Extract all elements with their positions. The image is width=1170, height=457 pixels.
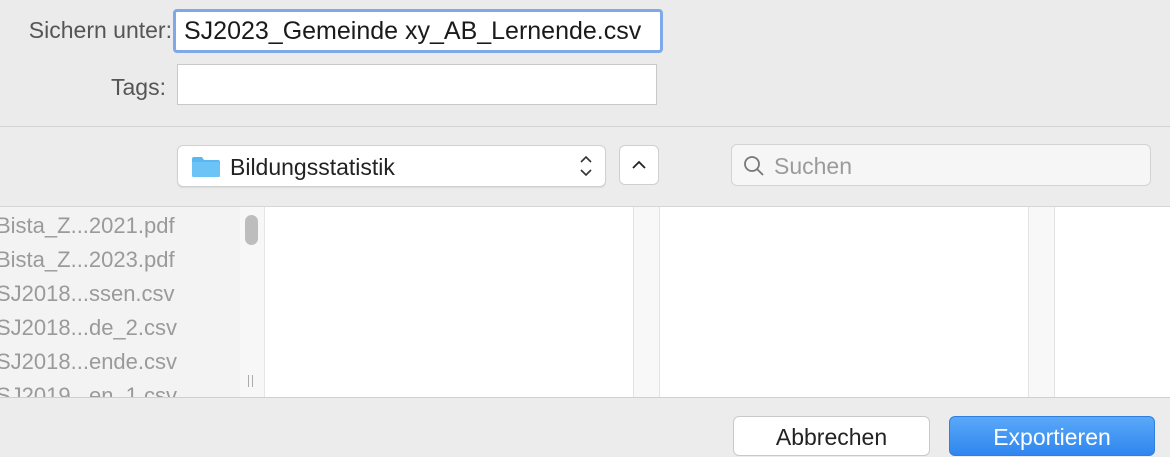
search-placeholder: Suchen: [774, 153, 853, 179]
scrollbar-thumb[interactable]: [245, 215, 258, 245]
cancel-button[interactable]: Abbrechen: [733, 416, 930, 456]
filename-input[interactable]: SJ2023_Gemeinde xy_AB_Lernende.csv: [173, 9, 663, 53]
chevron-up-icon: [632, 160, 646, 169]
folder-location-popup[interactable]: Bildungsstatistik: [177, 145, 606, 187]
column-divider: [1028, 207, 1029, 397]
file-item[interactable]: Bista_Z...2021.pdf: [0, 209, 240, 243]
folder-name: Bildungsstatistik: [230, 154, 395, 180]
collapse-button[interactable]: [619, 145, 659, 185]
file-item[interactable]: SJ2018...de_2.csv: [0, 311, 240, 345]
column-resize-handle[interactable]: [247, 375, 255, 387]
tags-label: Tags:: [111, 74, 166, 100]
column-separator: [633, 207, 659, 397]
file-item[interactable]: Bista_Z...2023.pdf: [0, 243, 240, 277]
file-item[interactable]: SJ2018...ende.csv: [0, 345, 240, 379]
updown-chevron-icon: [580, 155, 592, 177]
search-field[interactable]: Suchen: [731, 144, 1151, 186]
column-divider: [1054, 207, 1055, 397]
export-button[interactable]: Exportieren: [949, 416, 1155, 456]
column-divider: [659, 207, 660, 397]
file-browser: Bista_Z...2021.pdf Bista_Z...2023.pdf SJ…: [0, 207, 1170, 397]
save-as-label: Sichern unter:: [28, 17, 172, 43]
folder-icon: [192, 157, 220, 177]
tags-input[interactable]: [177, 64, 657, 105]
file-column: Bista_Z...2021.pdf Bista_Z...2023.pdf SJ…: [0, 207, 240, 397]
column-divider: [633, 207, 634, 397]
search-icon: [744, 156, 764, 176]
column-separator: [1028, 207, 1054, 397]
file-item[interactable]: SJ2018...ssen.csv: [0, 277, 240, 311]
file-item[interactable]: SJ2019...en_1.csv: [0, 379, 240, 397]
